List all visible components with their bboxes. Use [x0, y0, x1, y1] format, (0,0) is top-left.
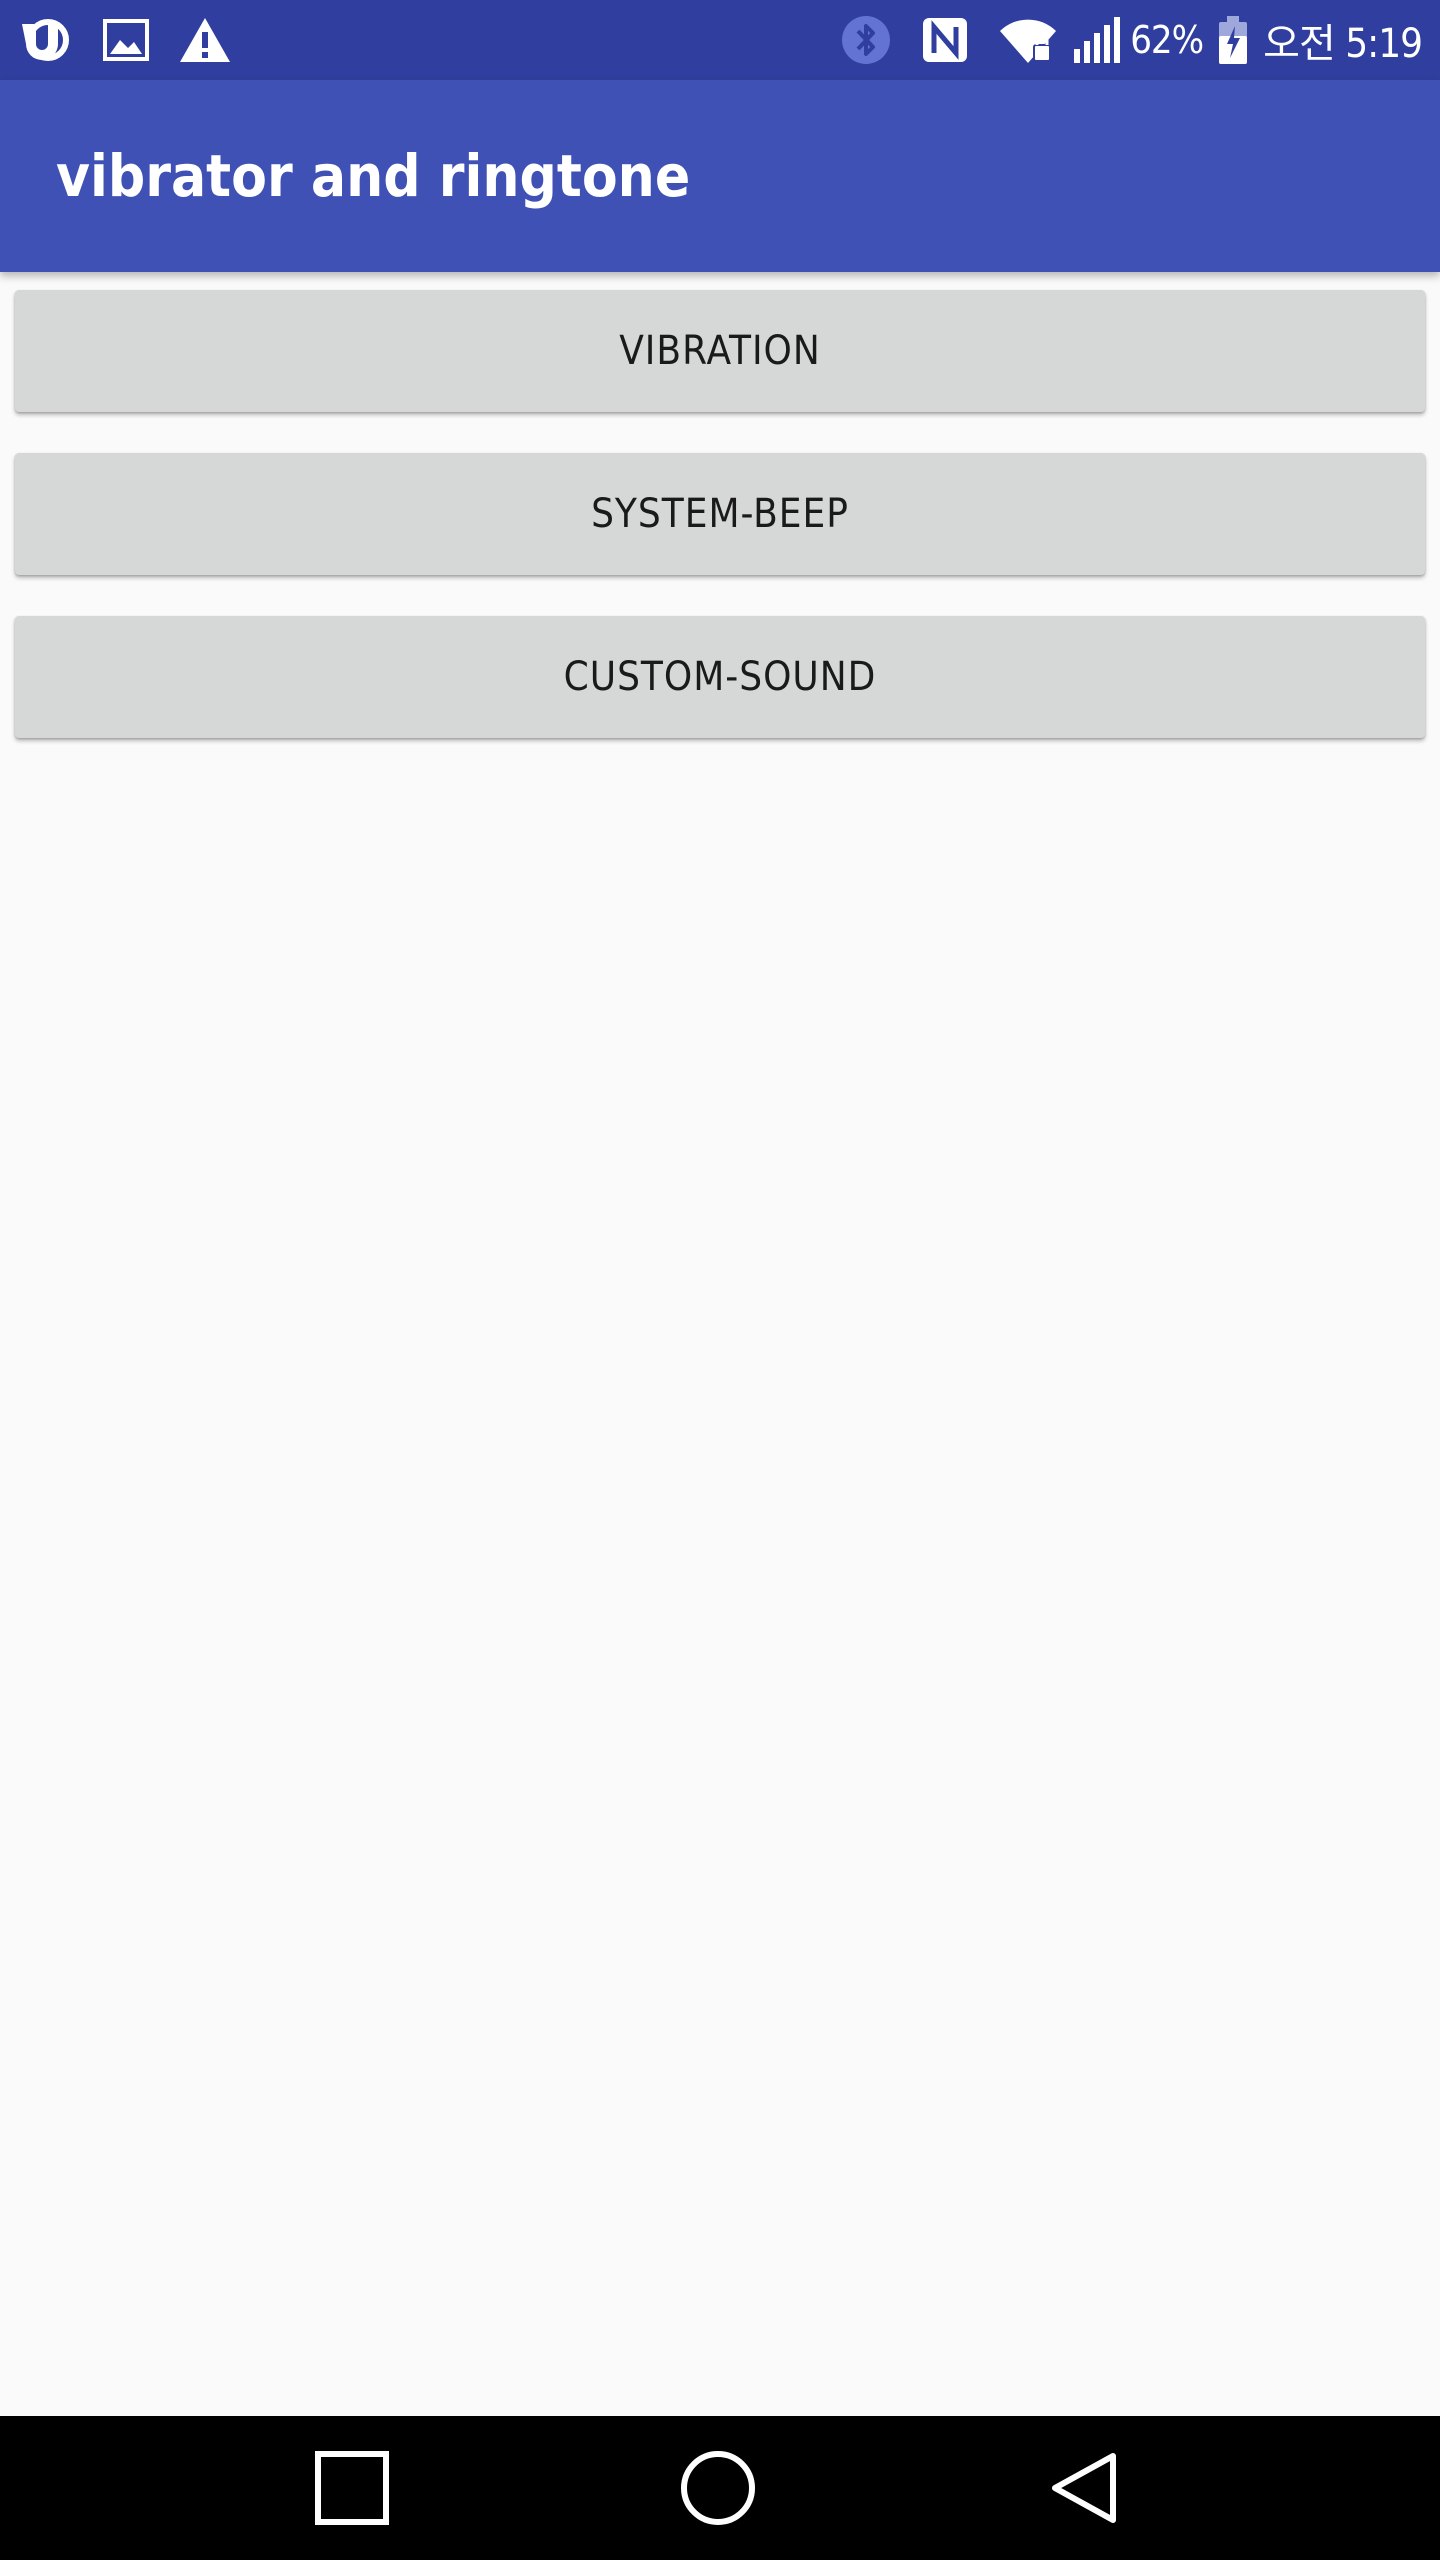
image-icon — [102, 16, 150, 64]
wifi-icon — [998, 15, 1058, 65]
home-icon — [681, 2451, 755, 2525]
back-button[interactable] — [1005, 2416, 1165, 2560]
recent-apps-button[interactable] — [272, 2416, 432, 2560]
navigation-bar — [0, 2416, 1440, 2560]
signal-icon — [1072, 15, 1121, 65]
recent-apps-icon — [315, 2451, 389, 2525]
back-icon — [1052, 2453, 1116, 2523]
app-bar: vibrator and ringtone — [0, 80, 1440, 272]
app-title: vibrator and ringtone — [56, 142, 691, 210]
vibration-button[interactable]: VIBRATION — [15, 290, 1425, 412]
bluetooth-icon — [840, 14, 892, 66]
custom-sound-button[interactable]: CUSTOM-SOUND — [15, 616, 1425, 738]
status-time: 오전 5:19 — [1263, 21, 1423, 67]
nfc-icon — [920, 15, 970, 65]
app-notification-icon — [18, 16, 74, 64]
system-beep-button[interactable]: SYSTEM-BEEP — [15, 453, 1425, 575]
home-button[interactable] — [638, 2416, 798, 2560]
status-bar: 62% 오전 5:19 — [0, 0, 1440, 80]
battery-charging-icon — [1217, 14, 1249, 66]
battery-percentage: 62% — [1130, 18, 1204, 62]
warning-icon — [178, 16, 232, 64]
